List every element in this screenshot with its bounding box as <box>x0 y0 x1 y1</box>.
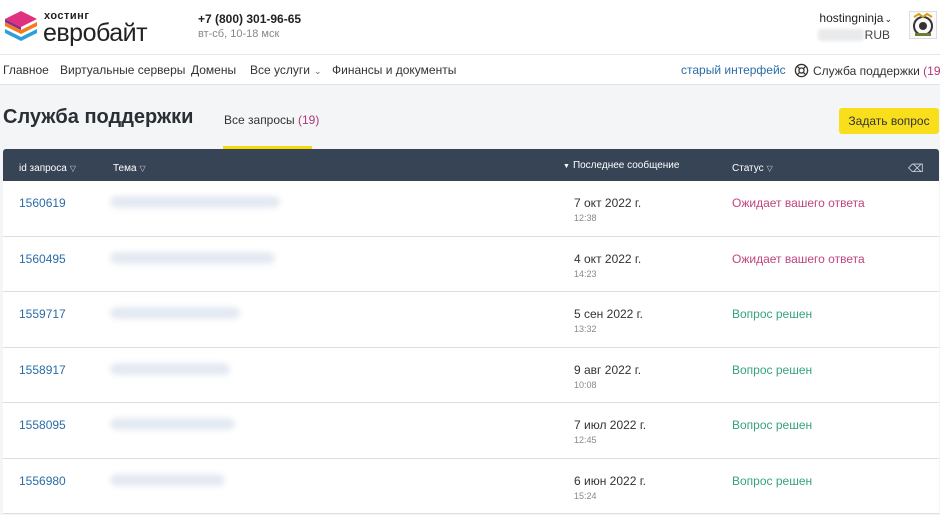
sort-desc-icon: ▼ <box>563 163 570 170</box>
old-interface-link[interactable]: старый интерфейс <box>681 63 786 77</box>
column-header-status[interactable]: Статус ▽ <box>732 163 773 174</box>
tickets-table-body: 1560619 7 окт 2022 г. 12:38 Ожидает ваше… <box>3 181 939 514</box>
chevron-down-icon: ⌄ <box>313 66 322 76</box>
table-header: id запроса ▽ Тема ▽ ▼ Последнее сообщение С… <box>3 149 939 181</box>
tab-label: Все запросы <box>224 113 295 127</box>
last-message-time: 12:38 <box>574 213 597 223</box>
ticket-theme-blurred <box>110 418 235 430</box>
last-message-date: 7 июл 2022 г. <box>574 418 647 432</box>
filter-icon[interactable]: ▽ <box>140 164 146 173</box>
table-row[interactable]: 1556980 6 июн 2022 г. 15:24 Вопрос решен <box>3 458 939 514</box>
ticket-id-link[interactable]: 1556980 <box>19 474 66 488</box>
ticket-theme-blurred <box>110 307 240 319</box>
last-message-date: 7 окт 2022 г. <box>574 196 642 210</box>
ask-question-button[interactable]: Задать вопрос <box>839 108 939 134</box>
last-message-date: 4 окт 2022 г. <box>574 251 642 266</box>
clear-filter-icon[interactable]: ⌫ <box>908 162 924 175</box>
main-nav: Главное Виртуальные серверы Домены Все у… <box>0 54 940 85</box>
ticket-theme-blurred <box>110 362 230 375</box>
status-badge: Вопрос решен <box>732 418 813 432</box>
lifebuoy-icon <box>794 63 809 78</box>
logo-main-text: евробайт <box>43 19 148 47</box>
status-badge: Ожидает вашего ответа <box>732 251 865 266</box>
nav-item-virtual-servers[interactable]: Виртуальные серверы <box>60 63 185 77</box>
phone-number[interactable]: +7 (800) 301-96-65 <box>198 12 301 26</box>
column-header-id[interactable]: id запроса ▽ <box>19 163 76 174</box>
last-message-time: 10:08 <box>574 379 597 390</box>
status-badge: Вопрос решен <box>732 473 813 488</box>
table-row[interactable]: 1558917 9 авг 2022 г. 10:08 Вопрос решен <box>3 347 939 403</box>
support-count: (19) <box>923 64 940 78</box>
ticket-id-link[interactable]: 1558917 <box>19 363 66 377</box>
ticket-id-link[interactable]: 1560619 <box>19 196 66 210</box>
cube-logo-icon <box>5 11 37 41</box>
last-message-time: 13:32 <box>574 324 597 334</box>
ticket-id-link[interactable]: 1559717 <box>19 307 66 321</box>
nav-item-all-services-label: Все услуги <box>250 63 310 77</box>
status-badge: Ожидает вашего ответа <box>732 196 865 210</box>
column-last-message-label: Последнее сообщение <box>572 160 680 171</box>
status-badge: Вопрос решен <box>732 307 813 321</box>
user-menu[interactable]: hostingninja⌄ <box>819 11 892 25</box>
filter-icon[interactable]: ▽ <box>70 164 76 173</box>
column-theme-label: Тема <box>113 163 137 174</box>
nav-item-all-services[interactable]: Все услуги ⌄ <box>250 63 322 77</box>
ticket-theme-blurred <box>110 473 225 486</box>
last-message-date: 9 авг 2022 г. <box>574 362 642 377</box>
last-message-date: 6 июн 2022 г. <box>574 473 646 488</box>
chevron-down-icon: ⌄ <box>884 14 892 24</box>
last-message-time: 12:45 <box>574 435 597 445</box>
logo[interactable]: хостинг евробайт <box>3 8 148 48</box>
avatar[interactable] <box>909 11 937 39</box>
page-title: Служба поддержки <box>3 106 194 128</box>
nav-item-domains[interactable]: Домены <box>191 63 236 77</box>
tab-all-requests[interactable]: Все запросы (19) <box>224 113 319 127</box>
ticket-theme-blurred <box>110 196 280 208</box>
column-status-label: Статус <box>732 163 764 174</box>
working-hours: вт-сб, 10-18 мск <box>198 28 280 40</box>
ticket-id-link[interactable]: 1558095 <box>19 418 66 432</box>
last-message-date: 5 сен 2022 г. <box>574 307 643 321</box>
table-row[interactable]: 1560495 4 окт 2022 г. 14:23 Ожидает ваше… <box>3 236 939 292</box>
last-message-time: 14:23 <box>574 268 597 279</box>
balance-amount-blurred <box>818 29 864 41</box>
nav-item-support[interactable]: Служба поддержки (19) <box>794 63 940 78</box>
table-row[interactable]: 1558095 7 июл 2022 г. 12:45 Вопрос решен <box>3 403 939 459</box>
username: hostingninja <box>819 11 884 25</box>
tab-count: (19) <box>298 113 320 127</box>
support-label: Служба поддержки <box>813 64 920 78</box>
ticket-theme-blurred <box>110 251 275 264</box>
status-badge: Вопрос решен <box>732 362 813 377</box>
column-id-label: id запроса <box>19 163 67 174</box>
nav-item-main[interactable]: Главное <box>3 63 49 77</box>
table-row[interactable]: 1560619 7 окт 2022 г. 12:38 Ожидает ваше… <box>3 181 939 237</box>
column-header-theme[interactable]: Тема ▽ <box>113 163 146 174</box>
balance: RUB <box>818 28 892 42</box>
last-message-time: 15:24 <box>574 490 597 501</box>
column-header-last-message[interactable]: ▼ Последнее сообщение <box>563 160 679 171</box>
ticket-id-link[interactable]: 1560495 <box>19 252 66 266</box>
table-row[interactable]: 1559717 5 сен 2022 г. 13:32 Вопрос решен <box>3 292 939 348</box>
nav-item-finance[interactable]: Финансы и документы <box>332 63 456 77</box>
balance-currency: RUB <box>864 28 890 42</box>
filter-icon[interactable]: ▽ <box>767 164 773 173</box>
top-bar: хостинг евробайт +7 (800) 301-96-65 вт-с… <box>0 0 940 54</box>
